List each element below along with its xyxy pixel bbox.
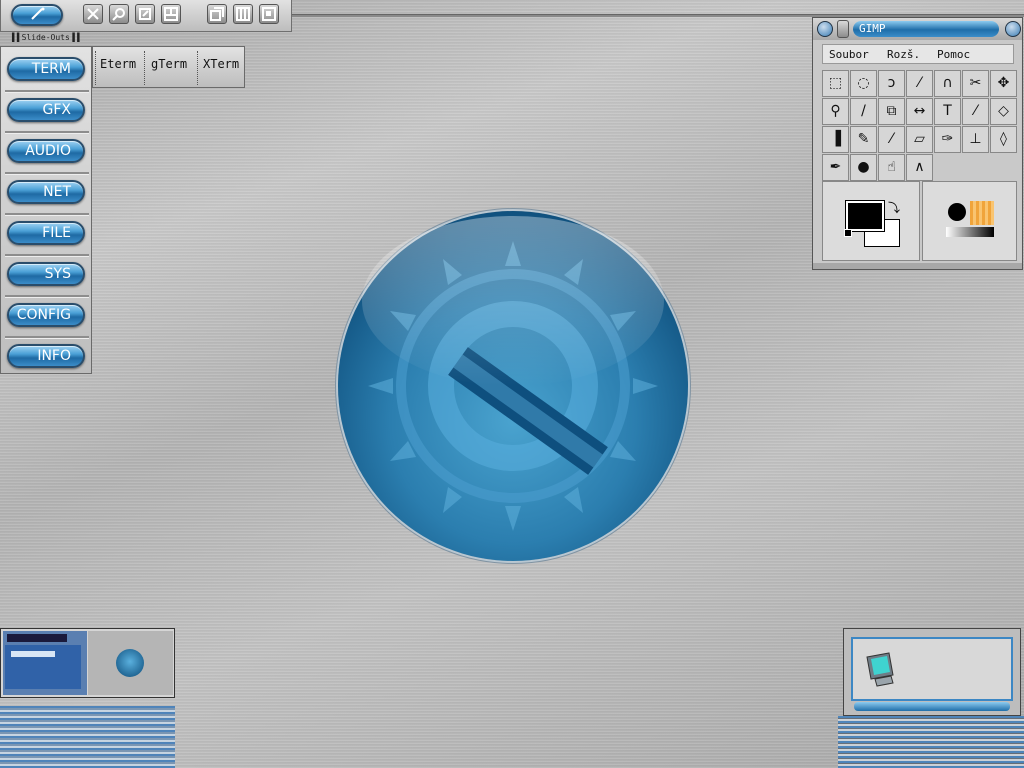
move-icon[interactable]: ✥ bbox=[990, 70, 1017, 97]
gradient-icon[interactable]: ▐ bbox=[822, 126, 849, 153]
transform-icon[interactable]: ⧉ bbox=[878, 98, 905, 125]
desktop-icon bbox=[262, 7, 276, 21]
divider bbox=[5, 336, 89, 339]
color-picker-icon[interactable]: ⁄ bbox=[962, 98, 989, 125]
gimp-menubar: Soubor Rozš. Pomoc bbox=[822, 44, 1014, 64]
swap-colors-icon[interactable]: ⤵ bbox=[888, 199, 900, 216]
slideouts-text: Slide-Outs bbox=[21, 33, 70, 42]
magic-wand-icon[interactable]: ⁄ bbox=[906, 70, 933, 97]
pager-window bbox=[7, 634, 67, 642]
gterm-item[interactable]: gTerm bbox=[151, 57, 187, 71]
separator bbox=[144, 51, 146, 85]
smudge-icon[interactable]: ☝ bbox=[878, 154, 905, 181]
bezier-select-icon[interactable]: ∩ bbox=[934, 70, 961, 97]
top-toolbar bbox=[0, 0, 292, 32]
divider bbox=[5, 131, 89, 134]
menu-pomoc[interactable]: Pomoc bbox=[937, 48, 970, 61]
wand-button[interactable] bbox=[11, 4, 63, 26]
crop-icon[interactable]: / bbox=[850, 98, 877, 125]
gimp-color-area: ⤵ bbox=[822, 181, 1017, 261]
monitor-reflection bbox=[838, 716, 1024, 768]
bucket-fill-icon[interactable]: ◇ bbox=[990, 98, 1017, 125]
tile-icon bbox=[236, 7, 250, 21]
magnifier-button[interactable] bbox=[109, 4, 129, 24]
gimp-close-button[interactable] bbox=[1005, 21, 1021, 37]
rect-select-icon[interactable]: ⬚ bbox=[822, 70, 849, 97]
pager-reflection bbox=[0, 706, 175, 768]
divider bbox=[5, 295, 89, 298]
divider bbox=[5, 213, 89, 216]
restore-button[interactable] bbox=[135, 4, 155, 24]
computer-monitor-icon bbox=[866, 652, 894, 687]
launcher-audio-button[interactable]: AUDIO bbox=[7, 139, 85, 163]
convolve-icon[interactable]: ◊ bbox=[990, 126, 1017, 153]
eraser-icon[interactable]: ▱ bbox=[906, 126, 933, 153]
slideouts-label: ▌▌Slide-Outs▐▐ bbox=[12, 33, 80, 42]
gimp-title: GIMP bbox=[853, 21, 999, 37]
pager-desktop-2[interactable] bbox=[88, 631, 173, 695]
lasso-icon[interactable]: ↄ bbox=[878, 70, 905, 97]
text-icon[interactable]: T bbox=[934, 98, 961, 125]
zoom-icon[interactable]: ⚲ bbox=[822, 98, 849, 125]
airbrush-icon[interactable]: ✑ bbox=[934, 126, 961, 153]
tile-button[interactable] bbox=[233, 4, 253, 24]
pager-desktop-1[interactable] bbox=[3, 631, 87, 695]
restore-icon bbox=[139, 8, 151, 20]
pencil-icon[interactable]: ✎ bbox=[850, 126, 877, 153]
launcher-info-button[interactable]: INFO bbox=[7, 344, 85, 368]
default-colors-icon[interactable] bbox=[844, 229, 852, 237]
close-button[interactable] bbox=[83, 4, 103, 24]
layout-button[interactable] bbox=[161, 4, 181, 24]
intelligent-scissors-icon[interactable]: ✂ bbox=[962, 70, 989, 97]
magnifier-icon bbox=[112, 8, 125, 21]
term-slideout: Eterm gTerm XTerm bbox=[92, 46, 245, 88]
fg-color-swatch[interactable] bbox=[845, 200, 885, 232]
xterm-item[interactable]: XTerm bbox=[203, 57, 239, 71]
monitor-scrollbar[interactable] bbox=[854, 702, 1010, 711]
separator bbox=[197, 51, 199, 85]
launcher-net-button[interactable]: NET bbox=[7, 180, 85, 204]
gimp-bottom-rail bbox=[813, 263, 1022, 269]
orb-highlight bbox=[362, 216, 664, 386]
divider bbox=[5, 254, 89, 257]
dodge-burn-icon[interactable]: ● bbox=[850, 154, 877, 181]
gradient-preview-icon[interactable] bbox=[946, 227, 994, 237]
eterm-item[interactable]: Eterm bbox=[100, 57, 136, 71]
ellipse-select-icon[interactable]: ◌ bbox=[850, 70, 877, 97]
wand-icon bbox=[31, 7, 45, 20]
divider bbox=[5, 90, 89, 93]
measure-icon[interactable]: ∧ bbox=[906, 154, 933, 181]
launcher-file-button[interactable]: FILE bbox=[7, 221, 85, 245]
cascade-icon bbox=[210, 7, 224, 21]
desktop-button[interactable] bbox=[259, 4, 279, 24]
cascade-button[interactable] bbox=[207, 4, 227, 24]
menu-rozs[interactable]: Rozš. bbox=[887, 48, 920, 61]
launcher-panel: TERM GFX AUDIO NET FILE SYS CONFIG INFO bbox=[0, 46, 92, 374]
launcher-sys-button[interactable]: SYS bbox=[7, 262, 85, 286]
pager-window bbox=[11, 651, 55, 657]
monitor-frame bbox=[851, 637, 1013, 701]
paintbrush-icon[interactable]: ⁄ bbox=[878, 126, 905, 153]
divider bbox=[5, 172, 89, 175]
separator bbox=[95, 51, 97, 85]
gimp-toolbox-window: GIMP Soubor Rozš. Pomoc ⬚ ◌ ↄ ⁄ ∩ ✂ ✥ ⚲ … bbox=[812, 17, 1023, 270]
gimp-titlebar[interactable]: GIMP bbox=[813, 18, 1022, 40]
desktop-pager[interactable] bbox=[0, 628, 175, 698]
launcher-gfx-button[interactable]: GFX bbox=[7, 98, 85, 122]
gimp-menu-button[interactable] bbox=[817, 21, 833, 37]
ink-icon[interactable]: ✒ bbox=[822, 154, 849, 181]
gimp-shade-button[interactable] bbox=[837, 20, 849, 38]
launcher-term-button[interactable]: TERM bbox=[7, 57, 85, 81]
layout-icon bbox=[164, 7, 178, 21]
clone-icon[interactable]: ⊥ bbox=[962, 126, 989, 153]
close-icon bbox=[87, 8, 99, 20]
pager-orb-icon bbox=[116, 649, 144, 677]
pattern-preview-icon[interactable] bbox=[970, 201, 994, 225]
system-monitor-widget[interactable] bbox=[843, 628, 1021, 716]
menu-soubor[interactable]: Soubor bbox=[829, 48, 869, 61]
brush-preview-icon[interactable] bbox=[948, 203, 966, 221]
flip-icon[interactable]: ↔ bbox=[906, 98, 933, 125]
launcher-config-button[interactable]: CONFIG bbox=[7, 303, 85, 327]
